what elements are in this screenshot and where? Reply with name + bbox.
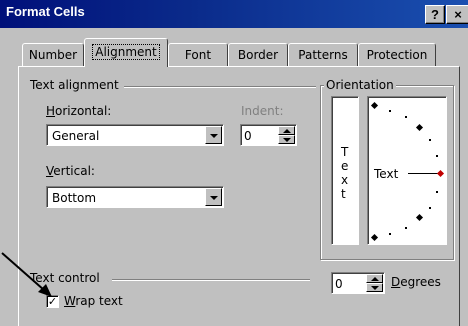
dial-dot <box>436 191 438 193</box>
dial-dot <box>436 155 438 157</box>
indent-spin-buttons[interactable] <box>278 126 295 144</box>
group-divider <box>112 279 310 281</box>
chevron-down-icon[interactable] <box>205 188 222 206</box>
vertical-text-letter: e <box>341 159 349 173</box>
dial-needle <box>408 173 438 174</box>
orientation-group-label: Orientation <box>324 78 396 92</box>
dial-marker-90 <box>370 101 379 110</box>
dial-dot <box>429 207 431 209</box>
degrees-label: Degrees <box>391 275 441 289</box>
tab-border[interactable]: Border <box>228 43 288 66</box>
vertical-text-letter: x <box>341 173 349 187</box>
dial-marker-45 <box>415 123 424 132</box>
title-bar[interactable]: Format Cells ? × <box>0 0 468 28</box>
spin-down-icon[interactable] <box>278 135 295 144</box>
indent-label: Indent: <box>241 104 284 118</box>
degrees-spin-buttons[interactable] <box>366 274 383 292</box>
dial-dot <box>389 110 391 112</box>
window-title: Format Cells <box>6 4 85 19</box>
tab-patterns[interactable]: Patterns <box>288 43 358 66</box>
wrap-text-label[interactable]: Wrap text <box>64 294 123 308</box>
horizontal-select[interactable]: General <box>46 124 224 146</box>
tab-number[interactable]: Number <box>22 43 84 66</box>
dial-dot <box>389 233 391 235</box>
text-alignment-group-label: Text alignment <box>30 78 119 92</box>
vertical-text-box[interactable]: T e x t <box>331 96 359 245</box>
annotation-arrow-icon <box>1 252 52 297</box>
dial-dot <box>405 116 407 118</box>
spin-up-icon[interactable] <box>366 274 383 283</box>
tab-protection[interactable]: Protection <box>358 43 436 66</box>
spin-down-icon[interactable] <box>366 283 383 292</box>
close-button[interactable]: × <box>446 5 468 24</box>
tab-label: Number <box>28 48 78 62</box>
indent-spinner[interactable]: 0 <box>240 124 297 146</box>
dial-dot <box>429 139 431 141</box>
orientation-dial[interactable]: Text <box>367 96 447 245</box>
tab-label: Protection <box>366 48 428 62</box>
tab-font[interactable]: Font <box>168 43 228 66</box>
group-divider <box>124 86 316 88</box>
degrees-spinner[interactable]: 0 <box>331 272 385 294</box>
tab-label: Alignment <box>92 44 160 60</box>
vertical-value: Bottom <box>52 191 97 205</box>
tab-label: Border <box>237 48 279 62</box>
horizontal-value: General <box>52 129 100 143</box>
horizontal-label: Horizontal: <box>46 104 112 118</box>
dial-marker-neg45 <box>415 213 424 222</box>
dial-dot <box>405 227 407 229</box>
tab-alignment[interactable]: Alignment <box>84 38 168 67</box>
vertical-select[interactable]: Bottom <box>46 186 224 208</box>
indent-value: 0 <box>244 129 252 143</box>
dial-marker-0[interactable] <box>436 169 445 178</box>
spin-up-icon[interactable] <box>278 126 295 135</box>
degrees-value: 0 <box>335 277 343 291</box>
dial-text: Text <box>374 167 399 181</box>
vertical-text-letter: T <box>341 145 349 159</box>
help-button[interactable]: ? <box>425 5 445 24</box>
vertical-text-letter: t <box>341 187 346 201</box>
chevron-down-icon[interactable] <box>205 126 222 144</box>
dial-marker-neg90 <box>370 233 379 242</box>
vertical-label: Vertical: <box>46 164 95 178</box>
tab-label: Font <box>184 48 212 62</box>
tab-label: Patterns <box>298 48 348 62</box>
